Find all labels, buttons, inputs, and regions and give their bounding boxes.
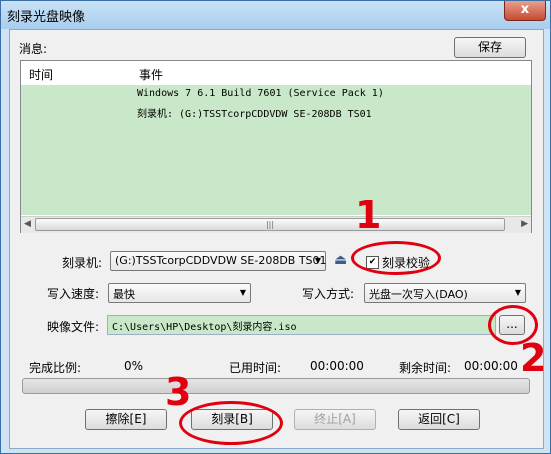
chevron-down-icon: ▼ bbox=[314, 256, 321, 265]
annotation-number-1: 1 bbox=[355, 193, 382, 237]
horizontal-scrollbar[interactable]: ◀ ||| ▶ bbox=[21, 216, 531, 233]
elapsed-label: 已用时间: bbox=[229, 361, 282, 375]
speed-value: 最快 bbox=[113, 288, 135, 301]
scroll-left-icon[interactable]: ◀ bbox=[24, 219, 31, 229]
scroll-right-icon[interactable]: ▶ bbox=[521, 219, 528, 229]
burn-disc-image-window: 刻录光盘映像 x 消息: 保存 时间 事件 Windows 7 6.1 Buil… bbox=[0, 0, 551, 454]
progress-bar bbox=[22, 378, 530, 394]
messages-label: 消息: bbox=[19, 42, 48, 56]
remaining-value: 00:00:00 bbox=[464, 359, 518, 373]
percent-value: 0% bbox=[124, 359, 144, 373]
annotation-circle-1 bbox=[351, 241, 441, 275]
percent-label: 完成比例: bbox=[29, 361, 82, 375]
image-file-value: C:\Users\HP\Desktop\刻录内容.iso bbox=[112, 322, 297, 333]
eject-icon[interactable]: ⏏ bbox=[334, 252, 347, 268]
log-row: 刻录机: (G:)TSSTcorpCDDVDW SE-208DB TS01 bbox=[137, 109, 372, 120]
burner-select[interactable]: (G:)TSSTcorpCDDVDW SE-208DB TS01 ▼ bbox=[110, 251, 327, 271]
back-button[interactable]: 返回[C] bbox=[398, 409, 480, 430]
mode-label: 写入方式: bbox=[302, 287, 355, 301]
mode-select[interactable]: 光盘一次写入(DAO) ▼ bbox=[364, 283, 526, 303]
annotation-circle-3 bbox=[179, 401, 283, 445]
log-row: Windows 7 6.1 Build 7601 (Service Pack 1… bbox=[137, 88, 384, 99]
scroll-thumb[interactable]: ||| bbox=[35, 218, 505, 231]
column-event[interactable]: 事件 bbox=[139, 66, 163, 83]
speed-select[interactable]: 最快 ▼ bbox=[108, 283, 251, 303]
log-body: Windows 7 6.1 Build 7601 (Service Pack 1… bbox=[21, 85, 531, 215]
image-file-label: 映像文件: bbox=[47, 320, 100, 334]
column-time[interactable]: 时间 bbox=[29, 66, 53, 83]
annotation-number-3: 3 bbox=[165, 370, 192, 414]
erase-button[interactable]: 擦除[E] bbox=[85, 409, 167, 430]
chevron-down-icon: ▼ bbox=[239, 288, 246, 297]
window-title: 刻录光盘映像 bbox=[7, 10, 86, 25]
chevron-down-icon: ▼ bbox=[514, 288, 521, 297]
speed-label: 写入速度: bbox=[47, 287, 100, 301]
save-button[interactable]: 保存 bbox=[454, 37, 526, 58]
elapsed-value: 00:00:00 bbox=[310, 359, 364, 373]
title-bar[interactable]: 刻录光盘映像 x bbox=[1, 1, 550, 29]
annotation-number-2: 2 bbox=[520, 336, 547, 380]
burner-label: 刻录机: bbox=[62, 256, 103, 270]
stop-button[interactable]: 终止[A] bbox=[294, 409, 376, 430]
mode-value: 光盘一次写入(DAO) bbox=[369, 288, 468, 301]
burner-value: (G:)TSSTcorpCDDVDW SE-208DB TS01 bbox=[115, 254, 327, 267]
image-file-input[interactable]: C:\Users\HP\Desktop\刻录内容.iso bbox=[107, 315, 496, 335]
dialog-body: 消息: 保存 时间 事件 Windows 7 6.1 Build 7601 (S… bbox=[9, 29, 544, 449]
remaining-label: 剩余时间: bbox=[399, 361, 452, 375]
close-button[interactable]: x bbox=[504, 1, 546, 21]
log-header: 时间 事件 bbox=[21, 61, 531, 86]
message-log[interactable]: 时间 事件 Windows 7 6.1 Build 7601 (Service … bbox=[20, 60, 532, 233]
